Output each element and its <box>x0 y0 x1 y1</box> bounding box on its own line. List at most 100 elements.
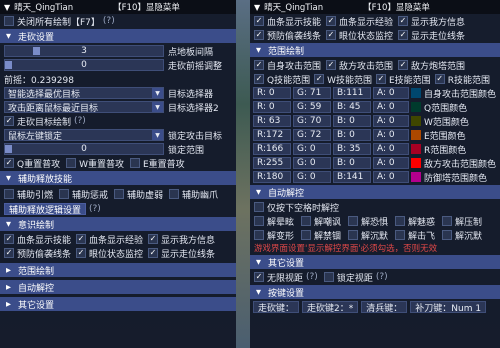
color-swatch[interactable] <box>411 144 421 154</box>
checkbox[interactable]: ✓ <box>4 158 14 168</box>
hp-skill-option[interactable]: ✓ 血条显示技能 <box>4 233 71 246</box>
aux-ignite-option[interactable]: 辅助引燃 <box>4 188 53 201</box>
ally-info-option[interactable]: ✓ 显示我方信息 <box>148 233 215 246</box>
color-swatch[interactable] <box>411 158 421 168</box>
close-all-row[interactable]: 关闭所有绘制【F7】 (?) <box>0 14 236 28</box>
aux-logic-settings-button[interactable]: 辅助释放逻辑设置 <box>4 203 87 216</box>
blue-channel-field[interactable]: B: 0 <box>333 157 371 169</box>
dropdown-arrow-icon[interactable]: ▼ <box>152 130 163 140</box>
checkbox[interactable]: ✓ <box>4 116 14 126</box>
dropdown-arrow-icon[interactable]: ▼ <box>152 102 163 112</box>
help-icon[interactable]: (?) <box>74 116 86 126</box>
checkbox[interactable] <box>348 216 358 226</box>
checkbox[interactable]: ✓ <box>326 60 337 70</box>
self-range-option[interactable]: ✓ 自身攻击范围 <box>254 59 321 72</box>
checkbox[interactable] <box>442 230 452 240</box>
checkbox[interactable]: ✓ <box>398 16 409 26</box>
checkbox[interactable] <box>114 189 125 199</box>
checkbox[interactable] <box>301 216 311 226</box>
checkbox[interactable] <box>4 16 14 26</box>
q-range-option[interactable]: ✓ Q技能范围 <box>254 73 310 86</box>
hp-exp-option[interactable]: ✓ 血条显示经验 <box>326 15 393 28</box>
gank-line-option[interactable]: ✓ 预防偷袭线条 <box>4 247 71 260</box>
slider-handle[interactable] <box>5 145 12 153</box>
color-swatch[interactable] <box>411 172 421 182</box>
checkbox[interactable] <box>254 230 264 240</box>
checkbox[interactable]: ✓ <box>254 30 264 40</box>
checkbox[interactable] <box>395 216 405 226</box>
cleanse-fear-option[interactable]: 解恐惧 <box>348 215 395 228</box>
checkbox[interactable] <box>66 158 77 168</box>
last-hit-key-button[interactable]: 补刀键：Num 1 <box>410 301 487 314</box>
enemy-range-option[interactable]: ✓ 敌方攻击范围 <box>326 59 393 72</box>
infinite-view-option[interactable]: ✓ 无限视距 <box>254 271 303 284</box>
target-selector-dropdown[interactable]: 智能选择最优目标 ▼ <box>4 87 164 100</box>
cleanse-stun-option[interactable]: 解晕眩 <box>254 215 301 228</box>
checkbox[interactable]: ✓ <box>314 74 325 84</box>
gank-line-option[interactable]: ✓ 预防偷袭线条 <box>254 29 321 42</box>
lock-range-slider[interactable]: 0 <box>4 143 164 155</box>
cleanse-silence2-option[interactable]: 解沉默 <box>442 229 482 242</box>
checkbox[interactable] <box>301 230 311 240</box>
blue-channel-field[interactable]: B: 0 <box>333 115 371 127</box>
collapse-triangle-icon[interactable]: ▼ <box>254 3 260 12</box>
red-channel-field[interactable]: R: 0 <box>253 87 291 99</box>
space-only-row[interactable]: 仅按下空格时解控 <box>250 200 500 214</box>
q-reset-option[interactable]: ✓ Q重置普攻 <box>4 157 60 170</box>
blue-channel-field[interactable]: B:111 <box>333 87 371 99</box>
cleanse-root-option[interactable]: 解禁锢 <box>301 229 348 242</box>
checkbox[interactable] <box>254 216 264 226</box>
ward-monitor-option[interactable]: ✓ 眼位状态监控 <box>326 29 393 42</box>
lock-key-dropdown[interactable]: 鼠标左键锁定 ▼ <box>4 129 164 142</box>
target-selector2-dropdown[interactable]: 攻击距离鼠标最近目标 ▼ <box>4 101 164 114</box>
help-icon[interactable]: (?) <box>306 272 318 282</box>
move-line-option[interactable]: ✓ 显示走位线条 <box>148 247 215 260</box>
move-line-option[interactable]: ✓ 显示走位线条 <box>398 29 465 42</box>
cleanse-suppress-option[interactable]: 解压制 <box>442 215 482 228</box>
checkbox[interactable] <box>348 230 358 240</box>
title-bar[interactable]: ▼ 晴天_QingTian 【F10】显隐菜单 <box>250 0 500 14</box>
checkbox[interactable]: ✓ <box>4 248 14 258</box>
green-channel-field[interactable]: G: 70 <box>293 115 331 127</box>
r-range-option[interactable]: ✓ R技能范围 <box>434 73 490 86</box>
dropdown-arrow-icon[interactable]: ▼ <box>152 88 163 98</box>
help-icon[interactable]: (?) <box>103 16 115 26</box>
e-range-option[interactable]: ✓ E技能范围 <box>376 73 431 86</box>
checkbox[interactable] <box>59 189 70 199</box>
color-swatch[interactable] <box>411 102 421 112</box>
checkbox[interactable]: ✓ <box>326 16 337 26</box>
lock-view-option[interactable]: 锁定视距 <box>323 271 373 284</box>
red-channel-field[interactable]: R: 0 <box>253 101 291 113</box>
section-other[interactable]: ▼ 其它设置 <box>250 255 500 269</box>
checkbox[interactable] <box>323 272 334 282</box>
blue-channel-field[interactable]: B: 35 <box>333 143 371 155</box>
checkbox[interactable]: ✓ <box>376 74 386 84</box>
cleanse-knockup-option[interactable]: 解击飞 <box>395 229 442 242</box>
green-channel-field[interactable]: G: 0 <box>293 143 331 155</box>
checkbox[interactable]: ✓ <box>398 30 409 40</box>
cleanse-silence-option[interactable]: 解沉默 <box>348 229 395 242</box>
checkbox[interactable]: ✓ <box>254 74 264 84</box>
checkbox[interactable] <box>130 158 140 168</box>
lane-clear-key-button[interactable]: 清兵键： <box>361 301 408 314</box>
blue-channel-field[interactable]: B: 45 <box>333 101 371 113</box>
ally-info-option[interactable]: ✓ 显示我方信息 <box>398 15 465 28</box>
aux-claw-option[interactable]: 辅助幽爪 <box>169 188 218 201</box>
checkbox[interactable] <box>4 189 14 199</box>
checkbox[interactable]: ✓ <box>4 234 14 244</box>
green-channel-field[interactable]: G: 72 <box>293 129 331 141</box>
aim-draw-row[interactable]: ✓ 走砍目标绘制 (?) <box>0 114 236 128</box>
red-channel-field[interactable]: R:255 <box>253 157 291 169</box>
aux-smite-option[interactable]: 辅助惩戒 <box>59 188 108 201</box>
red-channel-field[interactable]: R:172 <box>253 129 291 141</box>
click-interval-slider[interactable]: 3 <box>4 45 164 57</box>
blue-channel-field[interactable]: B:141 <box>333 171 371 183</box>
checkbox[interactable] <box>169 189 180 199</box>
hp-exp-option[interactable]: ✓ 血条显示经验 <box>76 233 143 246</box>
checkbox[interactable]: ✓ <box>254 16 264 26</box>
color-swatch[interactable] <box>411 116 421 126</box>
blue-channel-field[interactable]: B: 0 <box>333 129 371 141</box>
alpha-channel-field[interactable]: A: 0 <box>373 101 409 113</box>
tower-range-option[interactable]: ✓ 敌方炮塔范围 <box>398 59 465 72</box>
green-channel-field[interactable]: G: 0 <box>293 157 331 169</box>
